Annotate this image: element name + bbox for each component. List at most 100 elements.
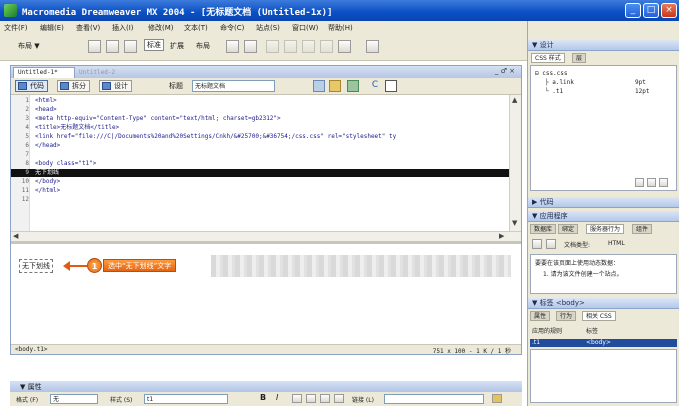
code-horizontal-scrollbar[interactable]: ◀ ▶ <box>11 231 521 241</box>
css-rule-t1[interactable]: └ .t1 <box>545 88 563 95</box>
tab-server-behaviors[interactable]: 服务器行为 <box>586 224 625 234</box>
close-button[interactable]: × <box>661 3 677 18</box>
tag-inspector-header[interactable]: ▼ 标签 <body> <box>528 298 679 309</box>
debug-icon[interactable] <box>347 80 359 92</box>
tab-layers[interactable]: 层 <box>572 53 587 63</box>
tab-behaviors[interactable]: 行为 <box>556 311 577 321</box>
align-center-icon[interactable] <box>306 394 316 403</box>
code-line[interactable]: 12 <box>11 196 509 204</box>
insert-category-dropdown[interactable]: 布局 ▼ <box>18 41 40 51</box>
view-options-icon[interactable] <box>385 80 397 92</box>
split-cells-icon[interactable] <box>320 40 333 53</box>
layout-table-icon[interactable] <box>226 40 239 53</box>
design-panel-header[interactable]: ▼ 设计 <box>528 40 679 51</box>
scroll-left-icon[interactable]: ◀ <box>13 232 18 240</box>
format-select[interactable]: 无 <box>50 394 98 404</box>
split-view-button[interactable]: 拆分 <box>57 80 90 92</box>
align-left-icon[interactable] <box>292 394 302 403</box>
tab-attributes[interactable]: 属性 <box>530 311 551 321</box>
table-row-icon[interactable] <box>266 40 279 53</box>
menu-window[interactable]: 窗口(W) <box>292 23 318 33</box>
edit-style-icon[interactable] <box>659 178 668 187</box>
code-line[interactable]: 10 </body> <box>11 178 509 186</box>
new-style-icon[interactable] <box>647 178 656 187</box>
menu-text[interactable]: 文本(T) <box>184 23 208 33</box>
attach-style-icon[interactable] <box>635 178 644 187</box>
css-file-node[interactable]: ⊟ css.css <box>535 70 568 77</box>
code-line[interactable]: 6 </head> <box>11 142 509 150</box>
tab-untitled-2[interactable]: Untitled-2 <box>79 69 115 76</box>
code-line-selected[interactable]: 9 无下划线 <box>11 169 509 177</box>
refresh-icon[interactable]: C <box>369 80 381 92</box>
tab-databases[interactable]: 数据库 <box>530 224 557 234</box>
menu-file[interactable]: 文件(F) <box>4 23 28 33</box>
tabular-data-icon[interactable] <box>366 40 379 53</box>
tab-relevant-css[interactable]: 相关 CSS <box>582 311 616 321</box>
scroll-down-icon[interactable]: ▼ <box>512 219 517 227</box>
line-number: 8 <box>25 160 29 167</box>
tab-bindings[interactable]: 绑定 <box>558 224 579 234</box>
menu-site[interactable]: 站点(S) <box>256 23 280 33</box>
table-icon[interactable] <box>88 40 101 53</box>
code-view-button[interactable]: 代码 <box>15 80 48 92</box>
code-panel-header[interactable]: ▶ 代码 <box>528 197 679 208</box>
application-panel-header[interactable]: ▼ 应用程序 <box>528 211 679 222</box>
align-justify-icon[interactable] <box>334 394 344 403</box>
style-select[interactable]: t1 <box>144 394 228 404</box>
menu-help[interactable]: 帮助(H) <box>328 23 353 33</box>
maximize-button[interactable]: □ <box>643 3 659 18</box>
remove-behavior-icon[interactable] <box>546 239 556 249</box>
code-line[interactable]: 5 <link href="file:///C|/Documents%20and%… <box>11 133 509 141</box>
menu-insert[interactable]: 插入(I) <box>112 23 134 33</box>
properties-panel-header[interactable]: ▼ 属性 <box>10 381 522 392</box>
frame-icon[interactable] <box>124 40 137 53</box>
merge-cells-icon[interactable] <box>302 40 315 53</box>
tag-selector[interactable]: <body.t1> <box>15 346 48 353</box>
document-window-controls[interactable]: _ ♂ × <box>495 67 515 75</box>
code-view[interactable]: 1 <html> 2 <head> 3 <meta http-equiv="Conte… <box>11 95 509 231</box>
tab-expanded[interactable]: 扩展 <box>170 41 184 51</box>
tab-css-styles[interactable]: CSS 样式 <box>531 53 565 63</box>
link-input[interactable] <box>384 394 484 404</box>
code-vertical-scrollbar[interactable]: ▲ ▼ <box>509 95 521 231</box>
code-line[interactable]: 7 <box>11 151 509 159</box>
code-line[interactable]: 8 <body class="t1"> <box>11 160 509 168</box>
code-line[interactable]: 3 <meta http-equiv="Content-Type" content… <box>11 115 509 123</box>
menu-edit[interactable]: 编辑(E) <box>40 23 64 33</box>
bold-button[interactable]: B <box>260 393 266 402</box>
minimize-button[interactable]: _ <box>625 3 641 18</box>
scroll-right-icon[interactable]: ▶ <box>499 232 504 240</box>
css-rule-a-link[interactable]: ├ a.link <box>545 79 574 86</box>
menu-view[interactable]: 查看(V) <box>76 23 100 33</box>
tab-layout[interactable]: 布局 <box>196 41 210 51</box>
italic-button[interactable]: I <box>276 393 278 402</box>
code-line[interactable]: 4 <title>无标题文档</title> <box>11 124 509 132</box>
tab-components[interactable]: 组件 <box>632 224 653 234</box>
browse-folder-icon[interactable] <box>492 394 502 403</box>
tab-standard[interactable]: 标准 <box>144 39 164 51</box>
document-toolbar: 代码 拆分 设计 标题 无标题文档 C <box>11 78 521 95</box>
code-line[interactable]: 2 <head> <box>11 106 509 114</box>
dreamweaver-logo-icon <box>4 4 17 17</box>
line-code: </head> <box>35 142 61 149</box>
design-text-selection[interactable]: 无下划线 <box>19 259 53 273</box>
design-view-button[interactable]: 设计 <box>99 80 132 92</box>
code-line[interactable]: 1 <html> <box>11 97 509 105</box>
layer-icon[interactable] <box>106 40 119 53</box>
file-management-icon[interactable] <box>313 80 325 92</box>
split-view-label: 拆分 <box>72 82 86 90</box>
add-behavior-icon[interactable] <box>532 239 542 249</box>
table-column-icon[interactable] <box>284 40 297 53</box>
align-right-icon[interactable] <box>320 394 330 403</box>
tab-untitled-1[interactable]: Untitled-1* <box>13 67 75 78</box>
design-view[interactable]: 无下划线 1 选中“无下划线”文字 <box>11 244 521 344</box>
menu-modify[interactable]: 修改(M) <box>148 23 174 33</box>
preview-browser-icon[interactable] <box>329 80 341 92</box>
document-title-input[interactable]: 无标题文档 <box>192 80 275 92</box>
app-message-step: 1. 请为该文件创建一个站点。 <box>543 271 623 278</box>
code-line[interactable]: 11 </html> <box>11 187 509 195</box>
menu-commands[interactable]: 命令(C) <box>220 23 244 33</box>
scroll-up-icon[interactable]: ▲ <box>512 96 517 104</box>
layout-cell-icon[interactable] <box>244 40 257 53</box>
frames-menu-icon[interactable] <box>338 40 351 53</box>
